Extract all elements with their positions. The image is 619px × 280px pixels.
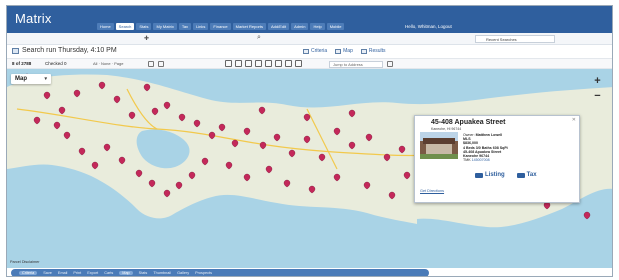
layers-icon[interactable] bbox=[285, 60, 292, 67]
map-type-select[interactable]: Map ▾ bbox=[11, 74, 51, 84]
nav-item-add-edit[interactable]: Add/Edit bbox=[267, 23, 290, 30]
tax-link[interactable]: Tax bbox=[516, 172, 537, 178]
nav-item-my-matrix[interactable]: My Matrix bbox=[153, 23, 177, 30]
action-bar: Criteria Save Email Print Export Carts Map Stat… bbox=[11, 269, 429, 276]
tab-criteria[interactable]: Criteria bbox=[303, 48, 327, 54]
action-save[interactable]: Save bbox=[43, 271, 52, 275]
search-run-bar: Search run Thursday, 4:10 PM Criteria Ma… bbox=[7, 45, 612, 58]
nav-item-stats[interactable]: Stats bbox=[136, 23, 152, 30]
nav-item-home[interactable]: Home bbox=[97, 23, 114, 30]
app-header: Matrix Home Search Stats My Matrix Tax Links F… bbox=[7, 6, 612, 33]
checked-count: Checked 0 bbox=[45, 61, 67, 66]
draw-radius-icon[interactable] bbox=[255, 60, 262, 67]
house-icon bbox=[475, 172, 483, 178]
criteria-icon bbox=[303, 48, 309, 54]
refresh-icon[interactable] bbox=[158, 61, 164, 67]
bottom-bar: Criteria Save Email Print Export Carts Map Stat… bbox=[7, 268, 612, 276]
checkbox-icon[interactable] bbox=[148, 61, 154, 67]
photo-wall bbox=[426, 144, 452, 154]
tax-link-label: Tax bbox=[526, 172, 537, 178]
recent-searches-select[interactable]: Recent Searches bbox=[475, 35, 555, 43]
draw-rectangle-icon[interactable] bbox=[245, 60, 252, 67]
result-count: 8 of 2788 bbox=[12, 61, 32, 66]
listing-link[interactable]: Listing bbox=[475, 172, 505, 178]
listing-details: Owner: Matthew Lowell MLS $836,000 4 Bed… bbox=[463, 133, 508, 162]
brand-logo[interactable]: Matrix bbox=[15, 11, 52, 26]
photo-lawn bbox=[420, 154, 458, 159]
listing-pin[interactable] bbox=[583, 211, 591, 220]
listing-links: Listing Tax bbox=[475, 172, 537, 178]
selection-options[interactable]: All · None · Page bbox=[93, 61, 123, 66]
map-icon bbox=[335, 48, 342, 54]
action-export[interactable]: Export bbox=[87, 271, 98, 275]
action-gallery[interactable]: Gallery bbox=[177, 271, 189, 275]
main-nav: Home Search Stats My Matrix Tax Links Finance M… bbox=[97, 23, 345, 30]
nav-item-finance[interactable]: Finance bbox=[210, 23, 231, 30]
map-type-label: Map bbox=[15, 76, 27, 82]
erase-icon[interactable] bbox=[275, 60, 282, 67]
owner-name: Matthew Lowell bbox=[475, 133, 503, 137]
listing-city: Kaneohe, HI 96744 bbox=[431, 127, 462, 131]
search-run-text: Search run Thursday, 4:10 PM bbox=[22, 47, 117, 54]
action-prospects[interactable]: Prospects bbox=[195, 271, 212, 275]
action-carts[interactable]: Carts bbox=[104, 271, 113, 275]
listing-address[interactable]: 45-408 Apuakea Street bbox=[431, 119, 505, 126]
tmk-value[interactable]: 145007008 bbox=[472, 158, 490, 162]
close-icon[interactable]: ✕ bbox=[572, 117, 576, 123]
results-toolbar: 8 of 2788 Checked 0 All · None · Page Ju… bbox=[7, 58, 612, 69]
building-icon bbox=[516, 172, 525, 178]
action-print[interactable]: Print bbox=[73, 271, 81, 275]
tab-label: Results bbox=[368, 48, 386, 54]
get-directions-link[interactable]: Get Directions bbox=[420, 189, 444, 193]
tab-results[interactable]: Results bbox=[360, 48, 386, 54]
nav-item-links[interactable]: Links bbox=[193, 23, 209, 30]
search-icon[interactable]: ⌕ bbox=[257, 34, 261, 42]
tab-label: Criteria bbox=[311, 48, 328, 54]
tmk-label: TMK bbox=[463, 158, 471, 163]
listing-photo[interactable] bbox=[420, 132, 458, 159]
nav-item-admin[interactable]: Admin bbox=[291, 23, 309, 30]
action-thumbnail[interactable]: Thumbnail bbox=[153, 271, 171, 275]
action-criteria[interactable]: Criteria bbox=[19, 271, 38, 275]
zoom-in-button[interactable]: + bbox=[592, 76, 603, 87]
matrix-window: Matrix Home Search Stats My Matrix Tax Links F… bbox=[6, 5, 613, 277]
nav-item-market-reports[interactable]: Market Reports bbox=[232, 23, 266, 30]
parcel-disclaimer[interactable]: Parcel Disclaimer bbox=[10, 260, 40, 264]
draw-polygon-icon[interactable] bbox=[225, 60, 232, 67]
chevron-down-icon: ▾ bbox=[44, 76, 47, 82]
map-area[interactable]: Map ▾ + − ✕ 45-408 Apuakea Street Kaneohe… bbox=[7, 69, 612, 268]
locate-icon[interactable] bbox=[387, 61, 393, 67]
user-greeting[interactable]: Hello, Whitman, Logout bbox=[405, 24, 452, 29]
listing-info-window: ✕ 45-408 Apuakea Street Kaneohe, HI 9674… bbox=[414, 115, 580, 203]
listing-link-label: Listing bbox=[485, 172, 505, 178]
nav-item-help[interactable]: Help bbox=[310, 23, 325, 30]
draw-circle-icon[interactable] bbox=[235, 60, 242, 67]
tab-label: Map bbox=[343, 48, 353, 54]
action-stats[interactable]: Stats bbox=[139, 271, 148, 275]
zoom-out-button[interactable]: − bbox=[592, 91, 603, 102]
nav-item-mobile[interactable]: Mobile bbox=[326, 23, 345, 30]
jump-to-address-select[interactable]: Jump to Address bbox=[329, 61, 383, 68]
action-email[interactable]: Email bbox=[58, 271, 68, 275]
monitor-icon bbox=[12, 48, 19, 54]
map-tools bbox=[225, 60, 302, 67]
tmk-row: TMK 145007008 bbox=[463, 158, 508, 162]
action-map[interactable]: Map bbox=[119, 271, 133, 275]
results-icon bbox=[360, 48, 367, 54]
view-tabs: Criteria Map Results bbox=[303, 48, 386, 54]
pin-icon[interactable]: ✚ bbox=[144, 35, 149, 42]
sub-toolbar: ✚ ⌕ Recent Searches bbox=[7, 33, 612, 45]
settings-icon[interactable] bbox=[295, 60, 302, 67]
nav-item-tax[interactable]: Tax bbox=[178, 23, 192, 30]
draw-freehand-icon[interactable] bbox=[265, 60, 272, 67]
nav-item-search[interactable]: Search bbox=[115, 23, 135, 30]
tab-map[interactable]: Map bbox=[335, 48, 353, 54]
